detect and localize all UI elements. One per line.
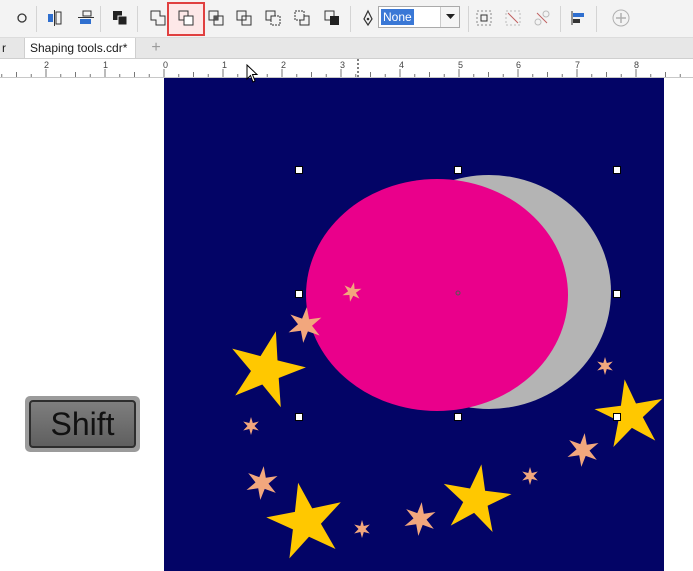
artboard[interactable] <box>164 78 664 571</box>
align-icon[interactable] <box>45 8 65 28</box>
gold-star <box>232 331 306 408</box>
artwork <box>232 175 663 559</box>
tab-partial[interactable]: r <box>0 38 6 58</box>
shift-key-face: Shift <box>29 400 136 448</box>
toolbar-separator <box>137 6 138 32</box>
peach-star <box>597 357 613 375</box>
gold-star <box>266 482 341 559</box>
toolbar-separator <box>36 6 37 32</box>
shift-key-image: Shift <box>25 396 140 452</box>
selection-handle[interactable] <box>454 413 462 421</box>
gold-star <box>594 379 663 447</box>
ruler-ticks <box>1 59 681 77</box>
tab-shaping-tools[interactable]: Shaping tools.cdr* <box>24 38 137 58</box>
weld-icon[interactable] <box>148 8 168 28</box>
intersect-icon[interactable] <box>206 8 226 28</box>
outline-width-select[interactable]: None <box>378 6 460 28</box>
align-and-distribute-icon[interactable] <box>568 8 588 28</box>
ungroup-icon[interactable] <box>503 8 523 28</box>
toolbar-separator <box>560 6 561 32</box>
back-minus-front-icon[interactable] <box>292 8 312 28</box>
selection-handle[interactable] <box>613 290 621 298</box>
create-boundary-icon[interactable] <box>322 8 342 28</box>
simplify-icon[interactable] <box>234 8 254 28</box>
outline-width-value: None <box>381 9 414 25</box>
peach-star <box>246 466 278 500</box>
group-icon[interactable] <box>474 8 494 28</box>
toolbar-separator <box>596 6 597 32</box>
selection-handle[interactable] <box>295 290 303 298</box>
toolbar-separator <box>350 6 351 32</box>
selection-handle[interactable] <box>295 166 303 174</box>
gold-star <box>443 464 512 532</box>
chevron-down-icon[interactable] <box>440 7 459 27</box>
outline-circle-icon[interactable] <box>12 8 32 28</box>
front-minus-back-icon[interactable] <box>263 8 283 28</box>
property-bar: None <box>0 0 693 38</box>
mouse-cursor-icon <box>246 64 259 83</box>
selection-handle[interactable] <box>613 166 621 174</box>
ungroup-all-icon[interactable] <box>532 8 552 28</box>
peach-star <box>243 417 259 435</box>
order-icon[interactable] <box>110 8 130 28</box>
peach-star <box>522 467 538 485</box>
shift-key-label: Shift <box>50 405 115 442</box>
peach-star <box>567 433 599 467</box>
peach-star <box>404 502 436 536</box>
peach-star <box>354 520 370 538</box>
outline-pen-icon[interactable] <box>358 8 378 28</box>
document-tab-bar: r Shaping tools.cdr* + <box>0 38 693 59</box>
add-tab-button[interactable]: + <box>146 38 166 58</box>
selection-handle[interactable] <box>454 166 462 174</box>
toolbar-separator <box>100 6 101 32</box>
selection-handle[interactable] <box>295 413 303 421</box>
align-distribute-icon[interactable] <box>76 8 96 28</box>
add-icon[interactable] <box>611 8 631 28</box>
selection-handle[interactable] <box>613 413 621 421</box>
toolbar-separator <box>468 6 469 32</box>
trim-icon[interactable] <box>176 8 196 28</box>
